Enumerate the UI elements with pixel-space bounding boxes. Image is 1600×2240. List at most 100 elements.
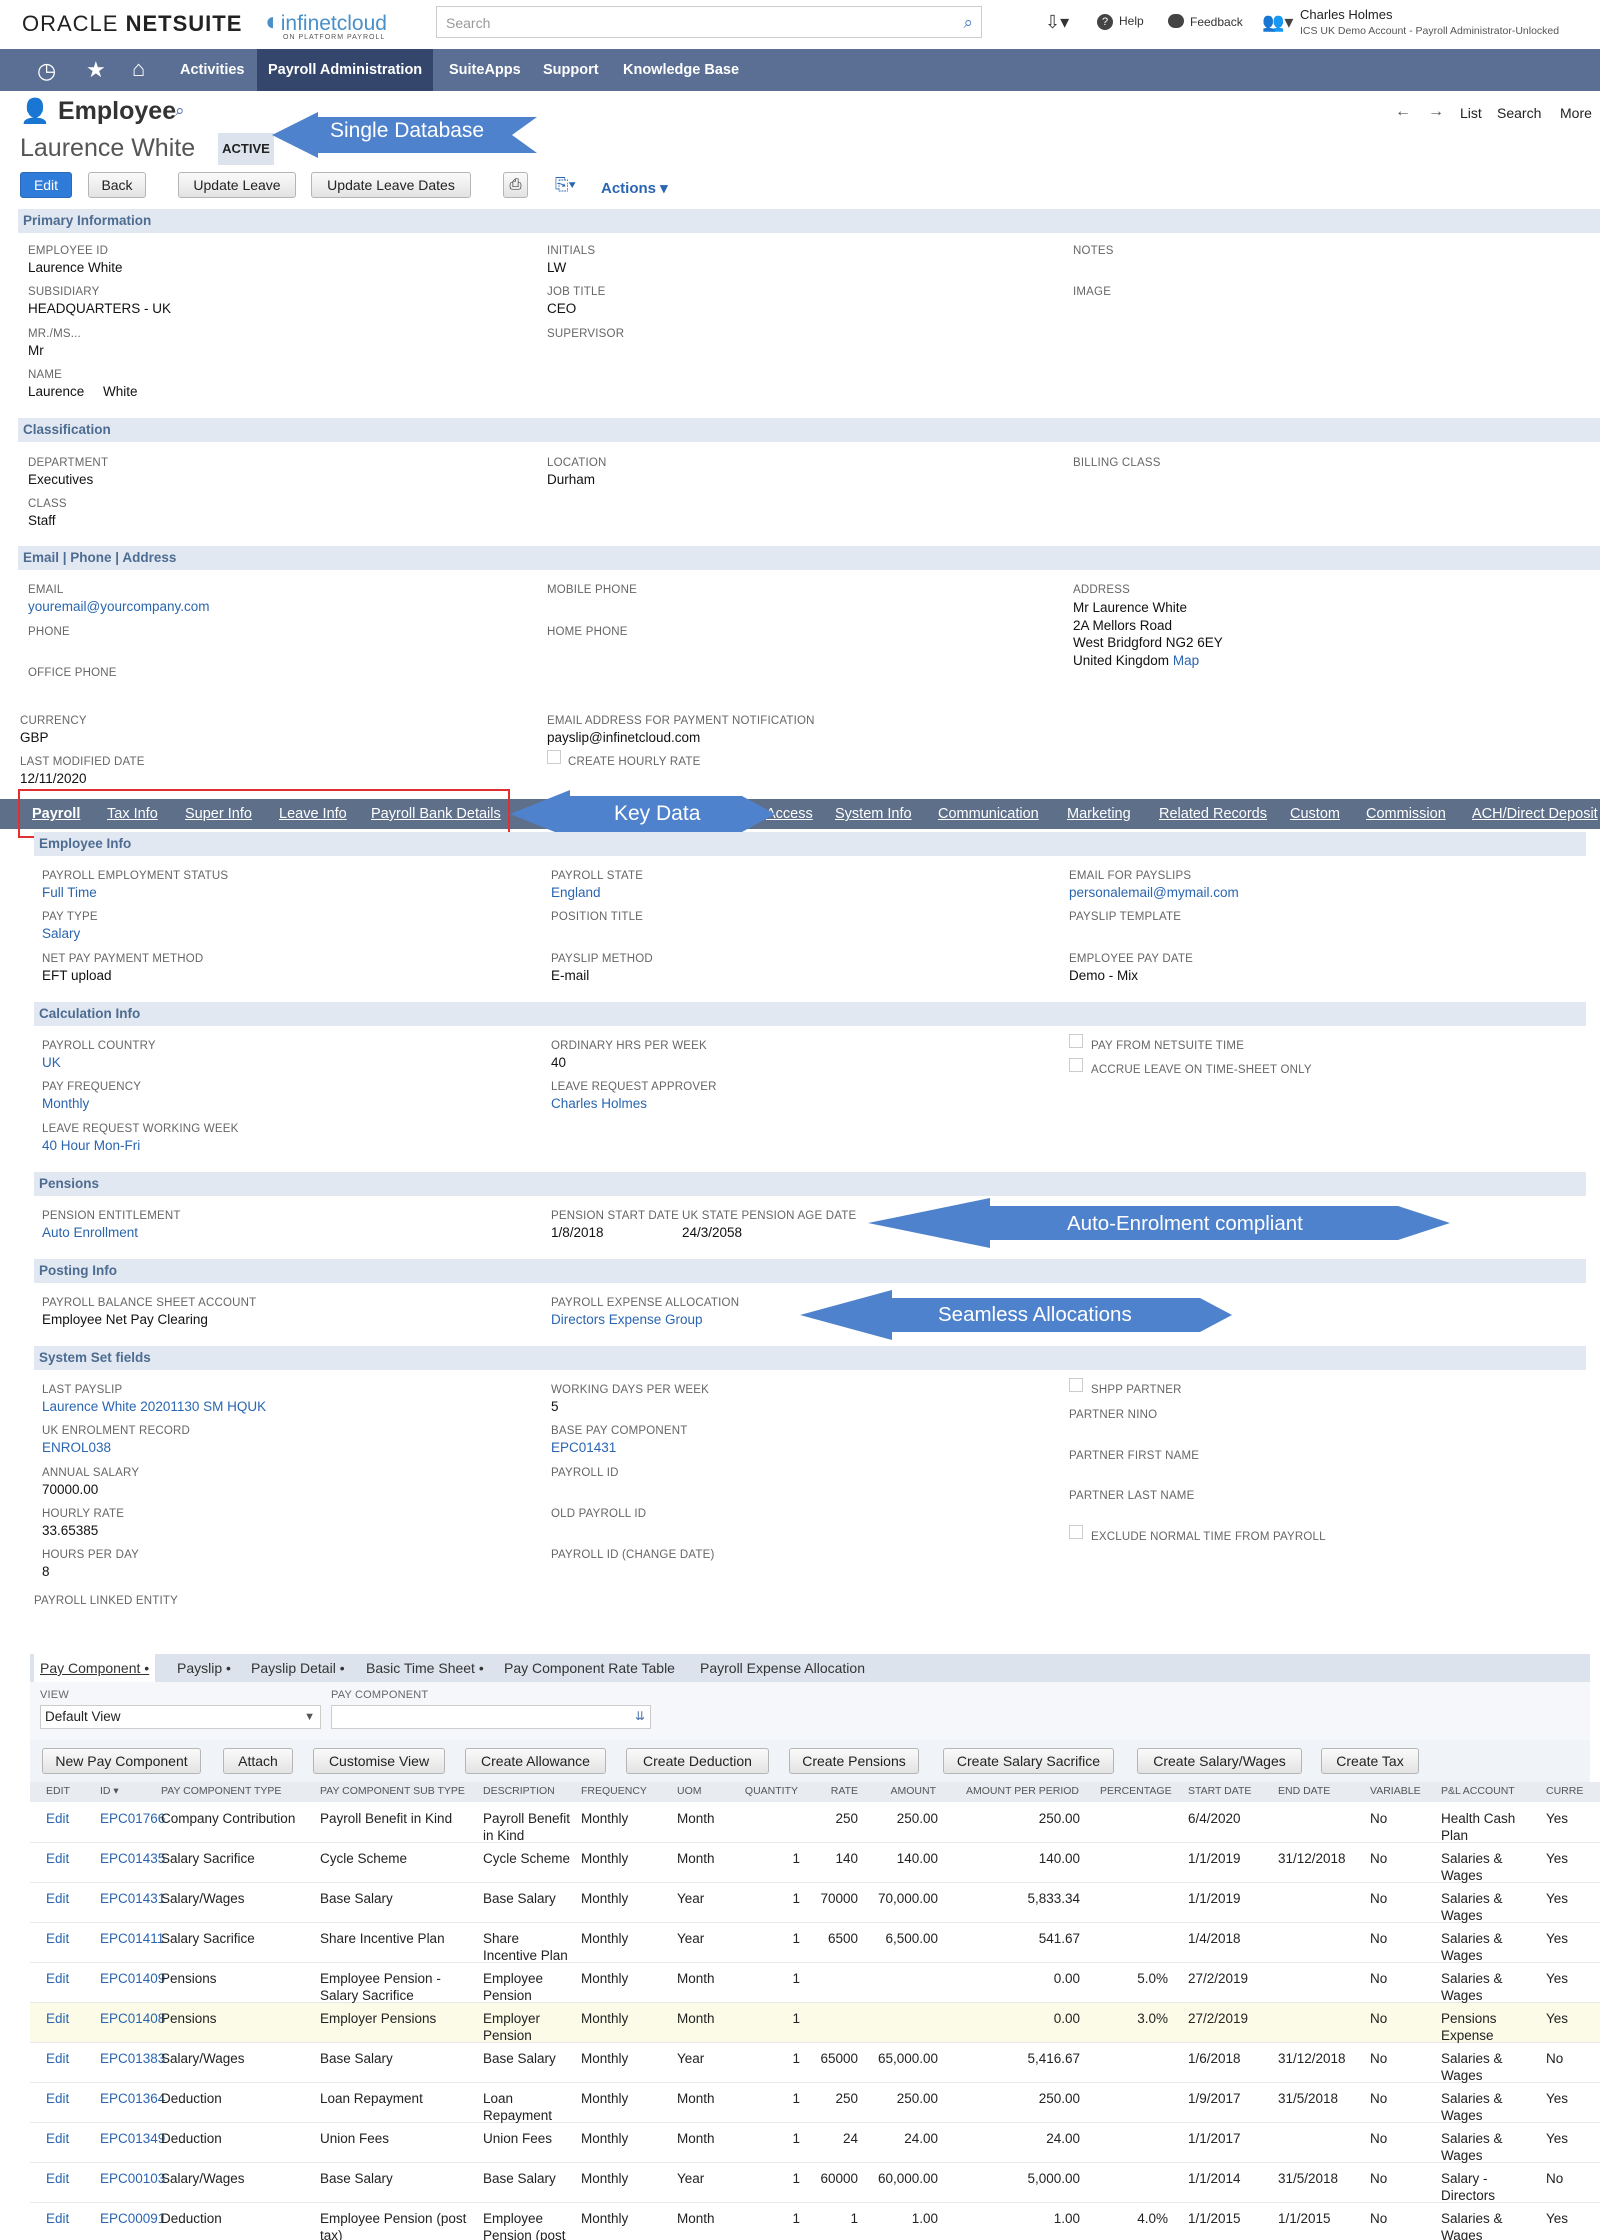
next-record-icon[interactable]: → [1428, 103, 1444, 121]
nav-payroll-administration[interactable]: Payroll Administration [257, 49, 434, 91]
column-header[interactable]: UOM [677, 1785, 702, 1797]
shpp-partner-checkbox[interactable] [1069, 1378, 1083, 1395]
customise-view-button[interactable]: Customise View [313, 1748, 445, 1774]
expense-allocation-link[interactable]: Directors Expense Group [551, 1312, 703, 1327]
print-icon[interactable]: ⎙ [503, 172, 528, 198]
update-leave-dates-button[interactable]: Update Leave Dates [311, 172, 471, 198]
edit-link[interactable]: Edit [46, 2050, 96, 2067]
help-link[interactable]: ? Help [1097, 14, 1144, 30]
column-header[interactable]: ID ▾ [100, 1785, 119, 1797]
edit-link[interactable]: Edit [46, 2170, 96, 2187]
map-link[interactable]: Map [1173, 653, 1199, 668]
tab-related-records[interactable]: Related Records [1159, 799, 1267, 829]
pay-component-id-link[interactable]: EPC00103 [100, 2170, 165, 2187]
edit-link[interactable]: Edit [46, 1850, 96, 1867]
pay-frequency-link[interactable]: Monthly [42, 1096, 89, 1111]
subtab-payslip[interactable]: Payslip • [177, 1654, 231, 1682]
prev-record-icon[interactable]: ← [1395, 103, 1411, 121]
edit-link[interactable]: Edit [46, 1930, 96, 1947]
exclude-normal-time-checkbox[interactable] [1069, 1525, 1083, 1542]
column-header[interactable]: END DATE [1278, 1785, 1330, 1797]
edit-link[interactable]: Edit [46, 1970, 96, 1987]
create-tax-button[interactable]: Create Tax [1321, 1748, 1419, 1774]
new-pay-component-button[interactable]: New Pay Component [42, 1748, 201, 1774]
leave-approver-link[interactable]: Charles Holmes [551, 1096, 647, 1111]
create-salary-sacrifice-button[interactable]: Create Salary Sacrifice [943, 1748, 1114, 1774]
tab-leave-info[interactable]: Leave Info [279, 799, 347, 829]
pay-component-id-link[interactable]: EPC01411 [100, 1930, 164, 1947]
feedback-link[interactable]: Feedback [1168, 14, 1243, 29]
column-header[interactable]: QUANTITY [743, 1785, 798, 1797]
view-select[interactable]: Default View ▼ [40, 1705, 321, 1729]
column-header[interactable]: VARIABLE [1370, 1785, 1421, 1797]
column-header[interactable]: PAY COMPONENT TYPE [161, 1785, 281, 1797]
tab-payroll-bank-details[interactable]: Payroll Bank Details [371, 799, 501, 829]
pay-component-id-link[interactable]: EPC01435 [100, 1850, 165, 1867]
payroll-state-link[interactable]: England [551, 885, 601, 900]
global-search[interactable]: Search ⌕ [436, 6, 982, 38]
nav-support[interactable]: Support [532, 49, 610, 91]
column-header[interactable]: AMOUNT PER PERIOD [959, 1785, 1079, 1797]
record-search-icon[interactable]: ⌕ [175, 101, 185, 121]
tab-payroll[interactable]: Payroll [32, 799, 80, 829]
column-header[interactable]: START DATE [1188, 1785, 1251, 1797]
edit-link[interactable]: Edit [46, 2010, 96, 2027]
column-header[interactable]: EDIT [46, 1785, 70, 1797]
recent-icon[interactable]: ◷ [37, 58, 56, 84]
pay-component-id-link[interactable]: EPC01364 [100, 2090, 165, 2107]
pension-entitlement-link[interactable]: Auto Enrollment [42, 1225, 138, 1240]
update-leave-button[interactable]: Update Leave [178, 172, 296, 198]
home-icon[interactable]: ⌂ [132, 56, 145, 82]
column-header[interactable]: CURRE [1546, 1785, 1583, 1797]
column-header[interactable]: AMOUNT [878, 1785, 937, 1797]
column-header[interactable]: P&L ACCOUNT [1441, 1785, 1515, 1797]
employment-status-link[interactable]: Full Time [42, 885, 97, 900]
create-hourly-rate-checkbox[interactable] [547, 750, 561, 767]
subtab-pay-component[interactable]: Pay Component • [34, 1654, 156, 1682]
pay-component-id-link[interactable]: EPC01431 [100, 1890, 165, 1907]
role-switch-icon[interactable]: 👥▾ [1262, 12, 1293, 33]
pay-from-netsuite-time-checkbox[interactable] [1069, 1034, 1083, 1051]
create-pensions-button[interactable]: Create Pensions [789, 1748, 919, 1774]
list-link[interactable]: List [1460, 105, 1482, 121]
accrue-leave-checkbox[interactable] [1069, 1058, 1083, 1075]
pay-component-filter[interactable]: ⇊ [331, 1705, 651, 1729]
column-header[interactable]: DESCRIPTION [483, 1785, 555, 1797]
create-salary-wages-button[interactable]: Create Salary/Wages [1137, 1748, 1302, 1774]
add-to-icon[interactable]: ⎘▾ [555, 175, 576, 195]
pay-type-link[interactable]: Salary [42, 926, 80, 941]
tab-custom[interactable]: Custom [1290, 799, 1340, 829]
column-header[interactable]: FREQUENCY [581, 1785, 647, 1797]
payroll-country-link[interactable]: UK [42, 1055, 61, 1070]
attach-button[interactable]: Attach [223, 1748, 293, 1774]
tab-super-info[interactable]: Super Info [185, 799, 252, 829]
pay-component-id-link[interactable]: EPC01349 [100, 2130, 165, 2147]
last-payslip-link[interactable]: Laurence White 20201130 SM HQUK [42, 1399, 266, 1414]
pay-component-id-link[interactable]: EPC00091 [100, 2210, 165, 2227]
working-week-link[interactable]: 40 Hour Mon-Fri [42, 1138, 140, 1153]
tab-tax-info[interactable]: Tax Info [107, 799, 158, 829]
tab-commission[interactable]: Commission [1366, 799, 1446, 829]
tab-system-info[interactable]: System Info [835, 799, 912, 829]
pay-component-id-link[interactable]: EPC01409 [100, 1970, 165, 1987]
edit-link[interactable]: Edit [46, 1810, 96, 1827]
column-header[interactable]: PAY COMPONENT SUB TYPE [320, 1785, 465, 1797]
user-menu[interactable]: Charles Holmes ICS UK Demo Account - Payr… [1300, 6, 1559, 40]
pay-component-id-link[interactable]: EPC01383 [100, 2050, 165, 2067]
netsuite-logo[interactable]: ORACLE NETSUITE [22, 11, 242, 37]
nav-activities[interactable]: Activities [169, 49, 255, 91]
edit-button[interactable]: Edit [20, 172, 72, 198]
search-input[interactable]: Search [446, 15, 490, 31]
back-button[interactable]: Back [88, 172, 146, 198]
edit-link[interactable]: Edit [46, 2210, 96, 2227]
column-header[interactable]: RATE [820, 1785, 858, 1797]
create-allowance-button[interactable]: Create Allowance [465, 1748, 606, 1774]
pay-component-id-link[interactable]: EPC01766 [100, 1810, 165, 1827]
create-new-icon[interactable]: ⇩▾ [1045, 12, 1069, 33]
tab-marketing[interactable]: Marketing [1067, 799, 1131, 829]
base-pay-component-link[interactable]: EPC01431 [551, 1440, 616, 1455]
search-icon[interactable]: ⌕ [963, 13, 973, 33]
more-link[interactable]: More [1560, 105, 1592, 121]
tab-ach-direct-deposit[interactable]: ACH/Direct Deposit [1472, 799, 1598, 829]
subtab-rate-table[interactable]: Pay Component Rate Table [504, 1654, 675, 1682]
